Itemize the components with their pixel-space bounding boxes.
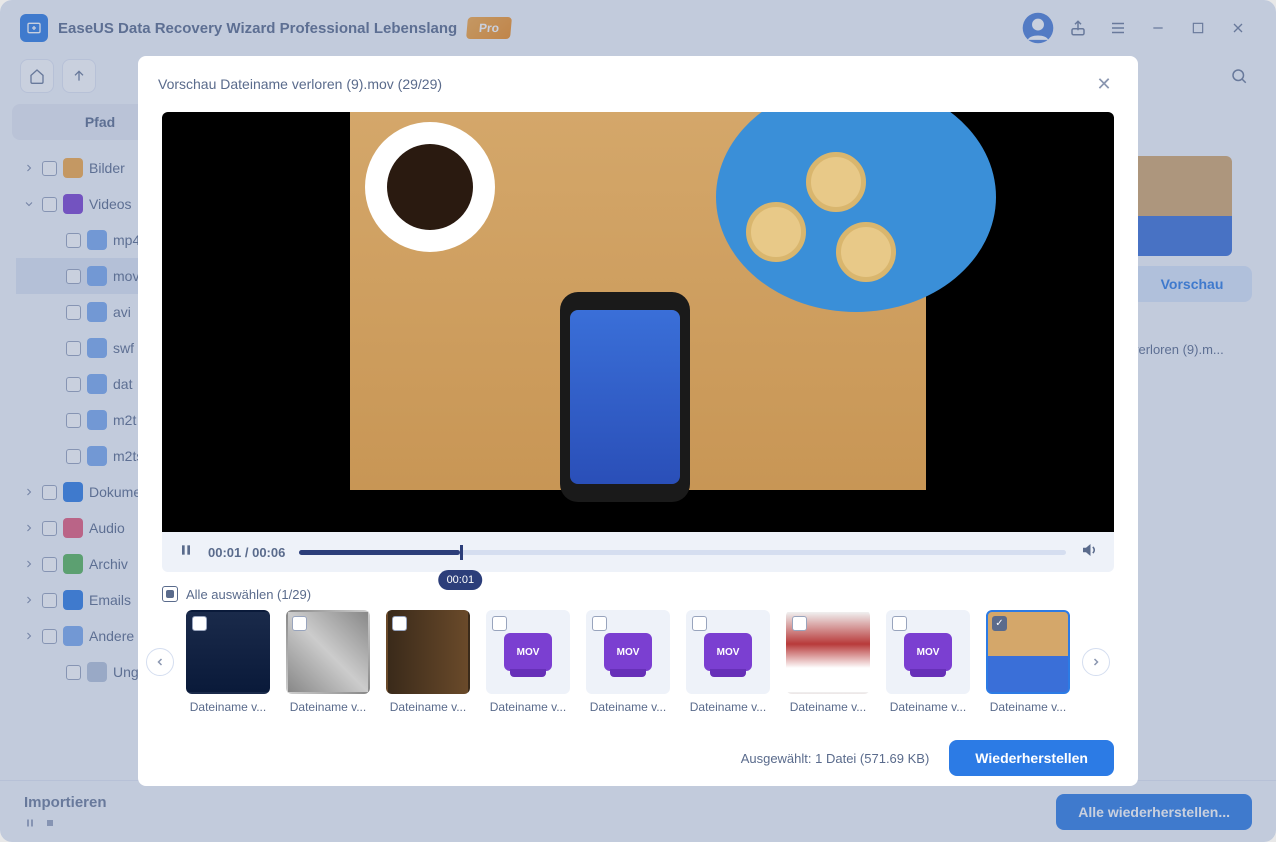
pause-icon[interactable] xyxy=(178,542,194,563)
thumbnail[interactable] xyxy=(186,610,270,694)
mov-icon xyxy=(604,633,652,671)
selection-status: Ausgewählt: 1 Datei (571.69 KB) xyxy=(741,751,930,766)
close-icon[interactable]: ✕ xyxy=(1090,70,1118,98)
thumbnail[interactable] xyxy=(986,610,1070,694)
thumb-checkbox[interactable] xyxy=(492,616,507,631)
thumb-checkbox[interactable] xyxy=(692,616,707,631)
select-all-bar[interactable]: Alle auswählen (1/29) xyxy=(138,572,1138,610)
video-wrap: 00:01 / 00:06 00:01 xyxy=(138,112,1138,572)
thumbnail[interactable] xyxy=(486,610,570,694)
mov-icon xyxy=(504,633,552,671)
thumb-col: Dateiname v... xyxy=(486,610,570,714)
thumbnail[interactable] xyxy=(786,610,870,694)
app-window: EaseUS Data Recovery Wizard Professional… xyxy=(0,0,1276,842)
thumbnail[interactable] xyxy=(286,610,370,694)
progress-tooltip: 00:01 xyxy=(439,570,483,590)
thumbs-row: Dateiname v... Dateiname v... Dateiname v.… xyxy=(138,610,1138,714)
next-button[interactable] xyxy=(1082,648,1110,676)
modal-header: Vorschau Dateiname verloren (9).mov (29/… xyxy=(138,56,1138,112)
thumb-col: Dateiname v... xyxy=(686,610,770,714)
thumb-col: Dateiname v... xyxy=(186,610,270,714)
thumb-label: Dateiname v... xyxy=(390,700,466,714)
thumb-label: Dateiname v... xyxy=(190,700,266,714)
thumbnail[interactable] xyxy=(386,610,470,694)
thumb-label: Dateiname v... xyxy=(690,700,766,714)
thumb-col: Dateiname v... xyxy=(286,610,370,714)
mov-icon xyxy=(904,633,952,671)
thumbs-container: Dateiname v... Dateiname v... Dateiname v.… xyxy=(178,610,1078,714)
preview-modal: Vorschau Dateiname verloren (9).mov (29/… xyxy=(138,56,1138,786)
video-player[interactable] xyxy=(162,112,1114,532)
thumb-checkbox[interactable] xyxy=(392,616,407,631)
thumbnail[interactable] xyxy=(586,610,670,694)
thumb-label: Dateiname v... xyxy=(590,700,666,714)
time-text: 00:01 / 00:06 xyxy=(208,545,285,560)
thumb-label: Dateiname v... xyxy=(890,700,966,714)
thumb-col: Dateiname v... xyxy=(586,610,670,714)
prev-button[interactable] xyxy=(146,648,174,676)
thumb-checkbox[interactable] xyxy=(792,616,807,631)
modal-overlay: Vorschau Dateiname verloren (9).mov (29/… xyxy=(0,0,1276,842)
progress-bar[interactable]: 00:01 xyxy=(299,550,1066,555)
thumb-checkbox[interactable] xyxy=(292,616,307,631)
modal-footer: Ausgewählt: 1 Datei (571.69 KB) Wiederhe… xyxy=(138,724,1138,786)
recover-button[interactable]: Wiederherstellen xyxy=(949,740,1114,776)
play-bar: 00:01 / 00:06 00:01 xyxy=(162,532,1114,572)
thumb-checkbox[interactable] xyxy=(592,616,607,631)
thumb-checkbox[interactable] xyxy=(892,616,907,631)
thumb-col: Dateiname v... xyxy=(986,610,1070,714)
thumb-label: Dateiname v... xyxy=(490,700,566,714)
thumbnail[interactable] xyxy=(886,610,970,694)
thumb-checkbox[interactable] xyxy=(992,616,1007,631)
thumb-col: Dateiname v... xyxy=(886,610,970,714)
thumb-checkbox[interactable] xyxy=(192,616,207,631)
select-all-checkbox[interactable] xyxy=(162,586,178,602)
volume-icon[interactable] xyxy=(1080,541,1098,564)
modal-title: Vorschau Dateiname verloren (9).mov (29/… xyxy=(158,76,442,92)
thumb-label: Dateiname v... xyxy=(790,700,866,714)
thumb-label: Dateiname v... xyxy=(990,700,1066,714)
thumb-col: Dateiname v... xyxy=(786,610,870,714)
thumb-label: Dateiname v... xyxy=(290,700,366,714)
thumbnail[interactable] xyxy=(686,610,770,694)
select-all-label: Alle auswählen (1/29) xyxy=(186,587,311,602)
mov-icon xyxy=(704,633,752,671)
thumb-col: Dateiname v... xyxy=(386,610,470,714)
